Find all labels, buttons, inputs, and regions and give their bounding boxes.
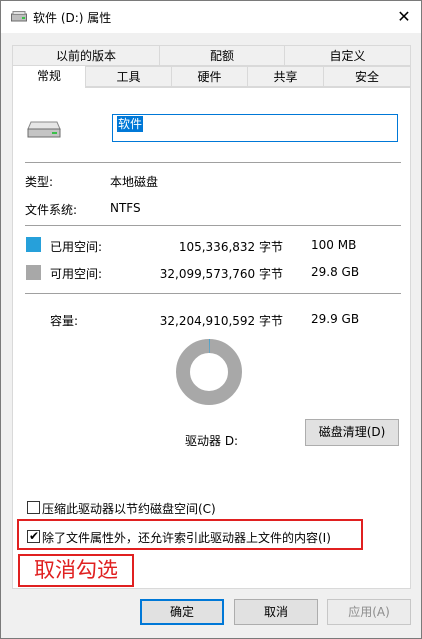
tab-hardware[interactable]: 硬件	[171, 66, 248, 87]
apply-button[interactable]: 应用(A)	[327, 599, 411, 625]
capacity-label: 容量:	[50, 314, 79, 328]
tab-sharing[interactable]: 共享	[247, 66, 324, 87]
tab-quota[interactable]: 配额	[159, 45, 285, 66]
annotation-highlight-box	[17, 519, 363, 550]
tab-previous-versions[interactable]: 以前的版本	[12, 45, 160, 66]
tab-tools[interactable]: 工具	[85, 66, 172, 87]
drive-icon	[27, 121, 61, 138]
capacity-bytes: 32,204,910,592 字节	[159, 314, 283, 328]
disk-usage-donut	[176, 339, 242, 405]
close-icon: ✕	[397, 7, 411, 26]
used-space-size: 100 MB	[311, 238, 357, 252]
used-space-label: 已用空间:	[50, 240, 103, 254]
free-space-size: 29.8 GB	[311, 265, 360, 279]
volume-name-input[interactable]: 软件	[112, 114, 398, 142]
title-bar[interactable]: 软件 (D:) 属性 ✕	[1, 1, 421, 33]
compress-checkbox[interactable]	[27, 501, 40, 514]
ok-button[interactable]: 确定	[140, 599, 224, 625]
cancel-button[interactable]: 取消	[234, 599, 318, 625]
used-space-swatch	[26, 237, 41, 252]
used-space-bytes: 105,336,832 字节	[178, 240, 283, 254]
free-space-label: 可用空间:	[50, 267, 103, 281]
filesystem-value: NTFS	[110, 201, 141, 215]
free-space-bytes: 32,099,573,760 字节	[159, 267, 283, 281]
properties-window: 软件 (D:) 属性 ✕ 以前的版本 配额 自定义 工具 硬件 共享 安全 软件…	[0, 0, 422, 639]
tab-customize[interactable]: 自定义	[284, 45, 411, 66]
compress-label: 压缩此驱动器以节约磁盘空间(C)	[42, 502, 216, 516]
separator	[25, 293, 401, 294]
separator	[25, 225, 401, 226]
tab-general[interactable]: 常规	[12, 65, 86, 88]
filesystem-label: 文件系统:	[25, 203, 78, 217]
type-value: 本地磁盘	[110, 175, 159, 189]
volume-name-selected-text: 软件	[117, 116, 144, 132]
type-label: 类型:	[25, 175, 54, 189]
general-panel: 软件 类型: 本地磁盘 文件系统: NTFS 已用空间: 105,336,832…	[12, 87, 411, 589]
window-title: 软件 (D:) 属性	[33, 11, 112, 25]
drive-letter-label: 驱动器 D:	[185, 434, 239, 448]
free-space-swatch	[26, 265, 41, 280]
close-button[interactable]: ✕	[387, 1, 421, 32]
annotation-label: 取消勾选	[18, 554, 134, 587]
tab-security[interactable]: 安全	[323, 66, 411, 87]
separator	[25, 162, 401, 163]
capacity-size: 29.9 GB	[311, 312, 360, 326]
drive-icon	[11, 11, 27, 22]
disk-cleanup-button[interactable]: 磁盘清理(D)	[305, 419, 399, 446]
donut-free-segment	[176, 339, 242, 405]
